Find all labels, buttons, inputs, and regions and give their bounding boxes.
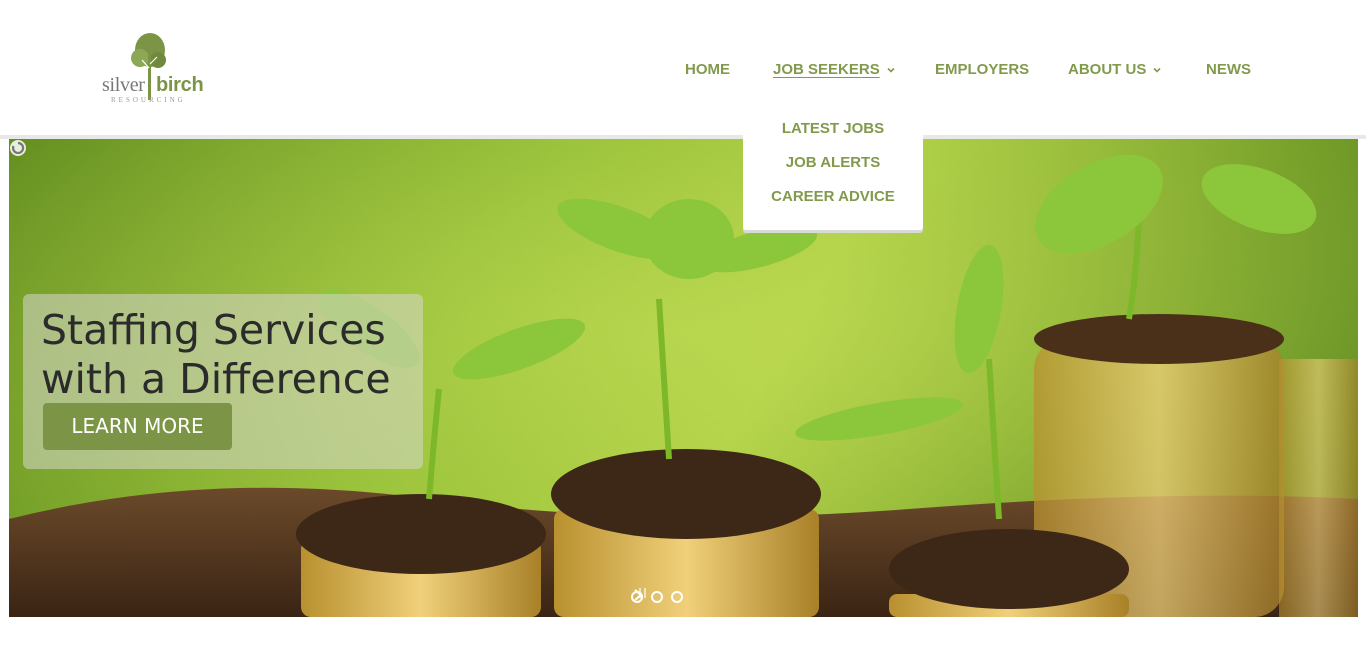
hero-caption-box: Staffing Services with a Difference LEAR… [23,294,423,469]
chevron-down-icon [887,67,895,73]
job-seekers-dropdown: LATEST JOBS JOB ALERTS CAREER ADVICE [743,110,923,230]
nav-news-label: NEWS [1206,61,1251,78]
logo-text-birch: birch [156,74,204,96]
nav-employers-label: EMPLOYERS [935,61,1030,78]
nav-about-us-label: ABOUT US [1068,61,1147,78]
hero-title: Staffing Services with a Difference [41,306,391,403]
nav-news[interactable]: NEWS [1206,61,1251,78]
site-header: silver birch RESOURCING HOME JOB SEEKERS… [0,0,1366,135]
chevron-down-icon [1153,67,1161,73]
dropdown-item-job-alerts[interactable]: JOB ALERTS [743,154,923,171]
logo-tagline: RESOURCING [111,96,186,104]
nav-employers[interactable]: EMPLOYERS [935,61,1029,78]
loading-spinner-icon [10,140,26,156]
slider-controls [631,588,683,606]
learn-more-button[interactable]: LEARN MORE [43,403,232,450]
dropdown-item-career-advice[interactable]: CAREER ADVICE [743,188,923,205]
dropdown-item-latest-jobs[interactable]: LATEST JOBS [743,120,923,137]
slide-dot-2[interactable] [651,591,663,603]
nav-job-seekers[interactable]: JOB SEEKERS [773,61,896,78]
logo-text-silver: silver [102,74,145,96]
nav-about-us[interactable]: ABOUT US [1068,61,1162,78]
nav-job-seekers-label: JOB SEEKERS [773,61,880,78]
slide-dot-3[interactable] [671,591,683,603]
logo[interactable]: silver birch RESOURCING [100,30,210,108]
nav-home[interactable]: HOME [685,61,730,78]
nav-home-label: HOME [685,61,730,78]
hero-slider: Staffing Services with a Difference LEAR… [9,139,1358,617]
pause-icon[interactable] [639,588,647,598]
